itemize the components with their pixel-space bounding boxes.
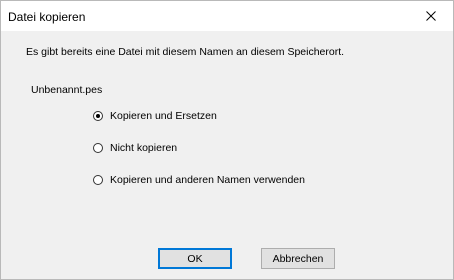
conflict-message: Es gibt bereits eine Datei mit diesem Na… <box>26 46 345 58</box>
radio-option-rename[interactable]: Kopieren und anderen Namen verwenden <box>93 173 305 187</box>
title-bar: Datei kopieren <box>1 1 453 31</box>
radio-label-rename: Kopieren und anderen Namen verwenden <box>110 174 305 186</box>
radio-button[interactable] <box>93 175 103 185</box>
radio-button-checked[interactable] <box>93 111 103 121</box>
radio-label-replace: Kopieren und Ersetzen <box>110 110 217 122</box>
close-icon <box>426 11 436 21</box>
radio-option-skip[interactable]: Nicht kopieren <box>93 141 177 155</box>
radio-button[interactable] <box>93 143 103 153</box>
file-name: Unbenannt.pes <box>31 84 103 96</box>
ok-button[interactable]: OK <box>158 248 232 269</box>
window-title: Datei kopieren <box>8 10 86 24</box>
close-button[interactable] <box>409 1 453 31</box>
dialog-window: Datei kopieren Es gibt bereits eine Date… <box>0 0 454 280</box>
cancel-button[interactable]: Abbrechen <box>261 248 335 269</box>
radio-label-skip: Nicht kopieren <box>110 142 178 154</box>
radio-option-replace[interactable]: Kopieren und Ersetzen <box>93 109 217 123</box>
